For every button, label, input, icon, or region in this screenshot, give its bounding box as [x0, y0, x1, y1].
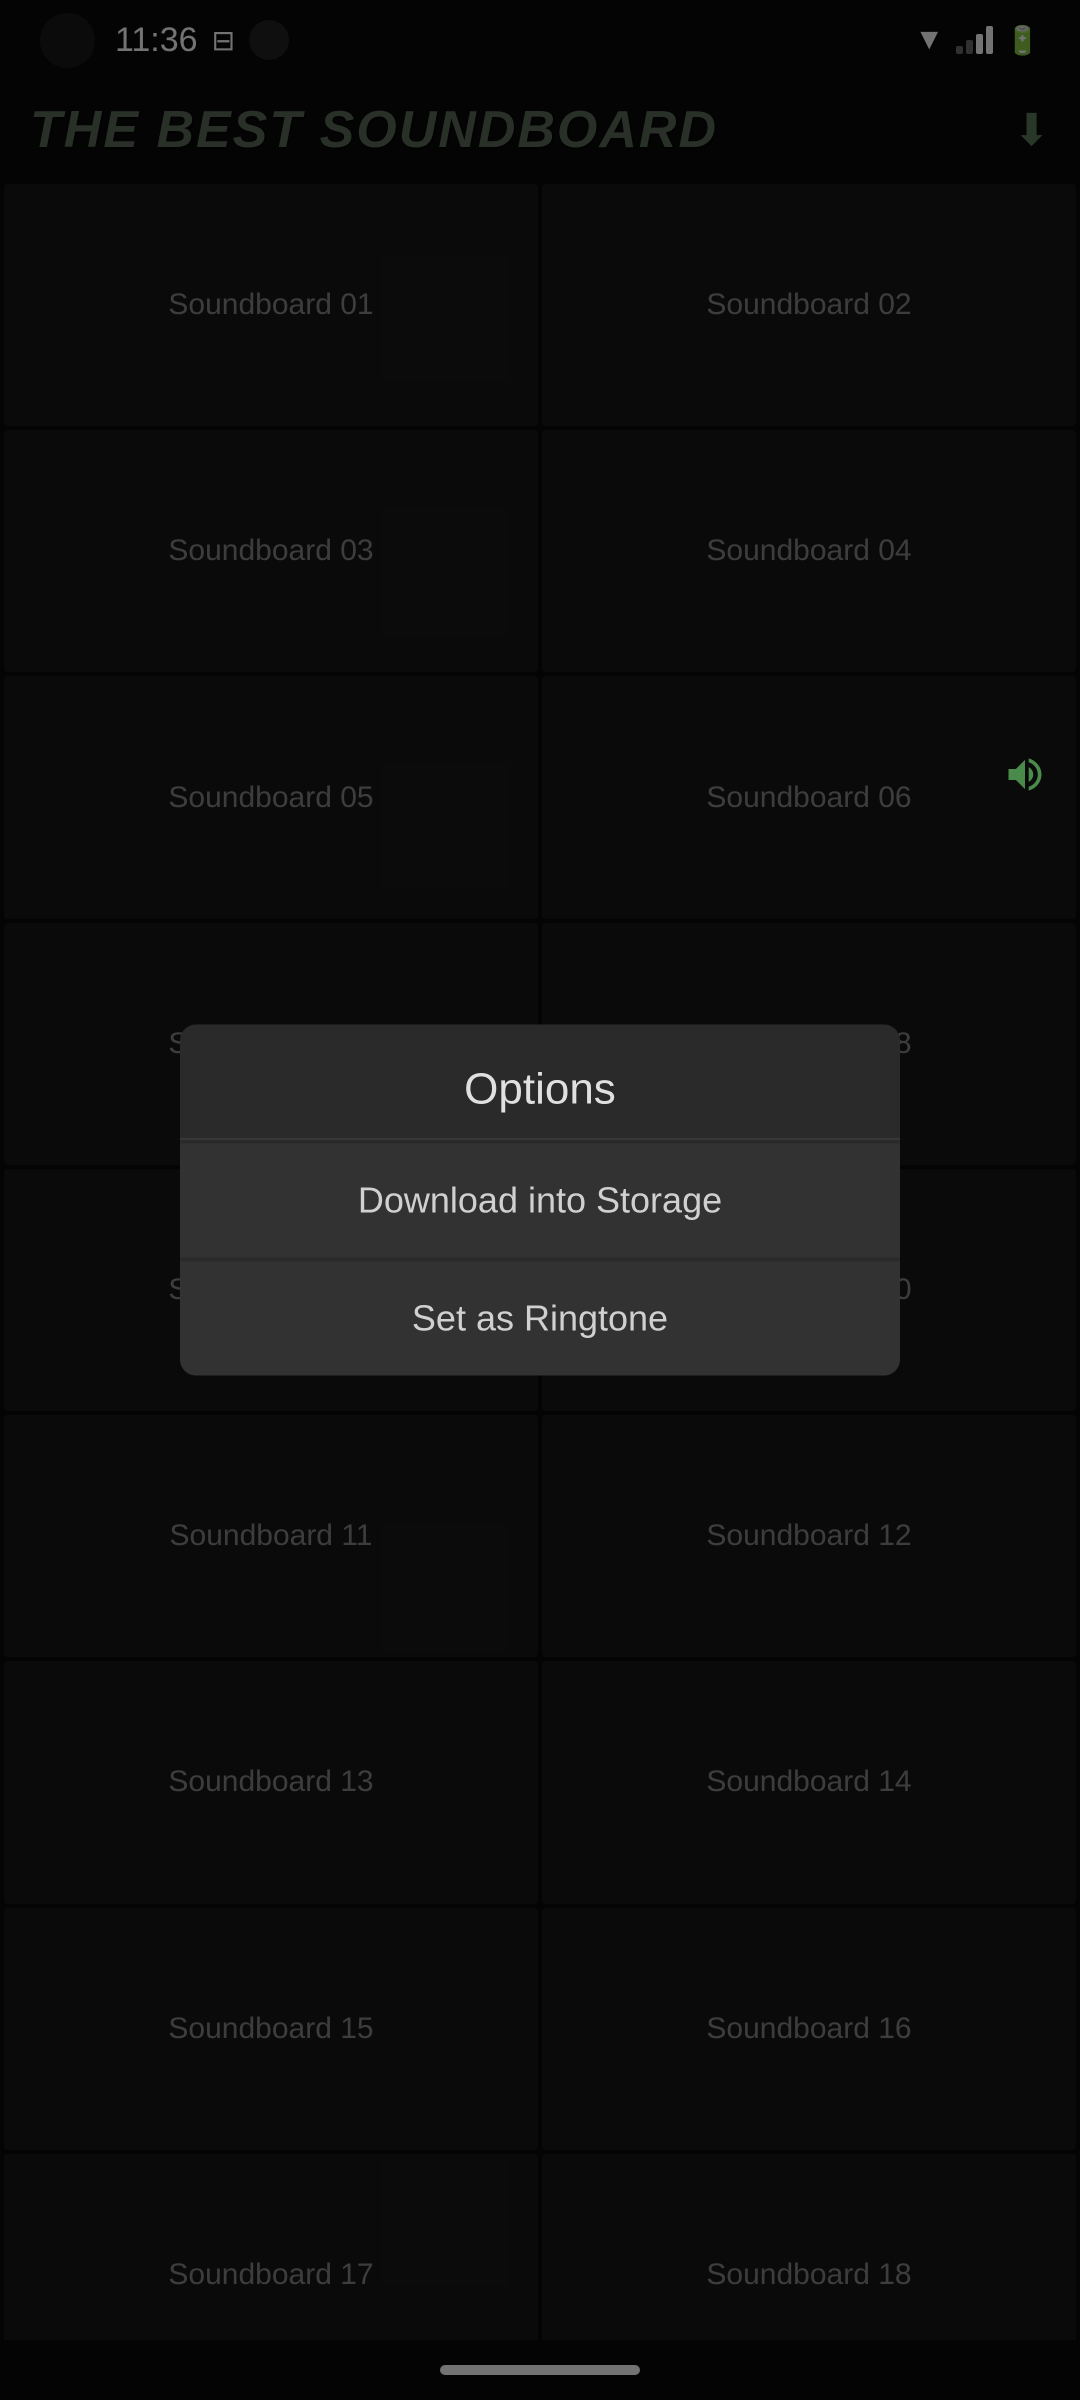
- options-modal: Options Download into Storage Set as Rin…: [180, 1025, 900, 1376]
- download-into-storage-button[interactable]: Download into Storage: [180, 1144, 900, 1258]
- volume-icon: [1000, 753, 1050, 808]
- modal-title: Options: [180, 1025, 900, 1139]
- modal-divider: [180, 1139, 900, 1140]
- set-as-ringtone-button[interactable]: Set as Ringtone: [180, 1262, 900, 1376]
